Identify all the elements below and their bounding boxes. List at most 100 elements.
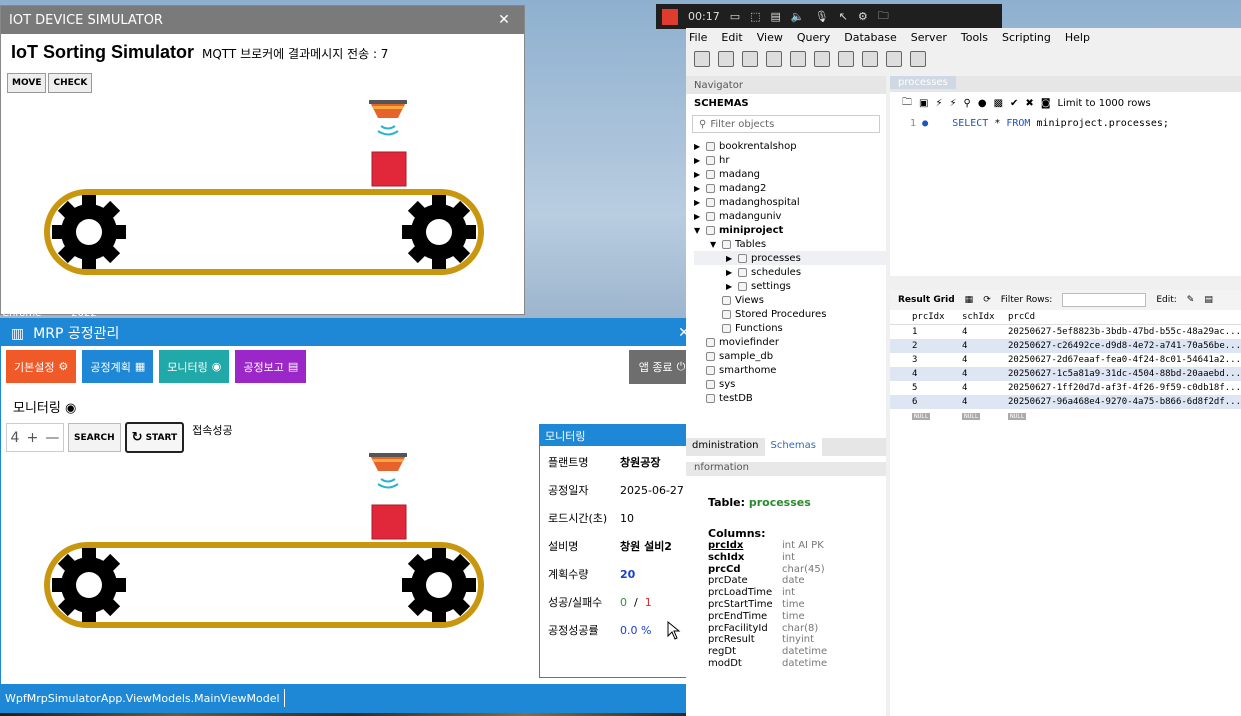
nav-process-plan-button[interactable]: 공정계획 ▦ [82, 350, 154, 383]
speaker-icon[interactable]: 🔈 [791, 10, 805, 23]
table-row[interactable]: 4 4 20250627-1c5a81a9-31dc-4504-88bd-20aae… [890, 367, 1241, 381]
grid-cell[interactable]: 1 [912, 327, 962, 337]
search-table-icon[interactable] [886, 51, 902, 67]
filter-objects-input[interactable]: ⚲ Filter objects [692, 115, 880, 133]
table-row[interactable]: 6 4 20250627-96a468e4-9270-4a75-b866-6d8f2… [890, 395, 1241, 409]
filter-rows-input[interactable] [1062, 293, 1147, 307]
tree-item[interactable]: ▶ hr [694, 153, 886, 167]
stop-icon[interactable]: ● [978, 98, 987, 109]
tree-item[interactable]: ▶ madang [694, 167, 886, 181]
tree-item[interactable]: ▶ settings [694, 279, 886, 293]
table-row[interactable]: 1 4 20250627-5ef8823b-3bdb-47bd-b55c-48a29… [890, 325, 1241, 339]
move-button[interactable]: MOVE [7, 73, 47, 93]
mic-icon[interactable]: 🎙 [815, 10, 829, 23]
rollback-icon[interactable]: ✖ [1025, 98, 1033, 109]
grid-cell[interactable]: 3 [912, 355, 962, 365]
create-schema-icon[interactable] [766, 51, 782, 67]
menu-scripting[interactable]: Scripting [1002, 31, 1051, 44]
grid-cell[interactable]: 4 [962, 397, 1008, 407]
menu-database[interactable]: Database [844, 31, 897, 44]
tree-item[interactable]: ▼ Tables [694, 237, 886, 251]
expand-arrow-icon[interactable]: ▶ [694, 184, 702, 193]
tree-item[interactable]: Stored Procedures [694, 307, 886, 321]
mp4-icon[interactable]: ▤ [771, 10, 781, 23]
add-row-icon[interactable]: ▤ [1204, 295, 1213, 305]
monitor-icon[interactable]: ▭ [730, 10, 740, 23]
open-sql-icon[interactable] [718, 51, 734, 67]
execute-icon[interactable]: ⚡ [935, 98, 942, 109]
grid-cell[interactable]: 20250627-2d67eaaf-fea0-4f24-8c01-54641a2… [1008, 355, 1241, 365]
menu-help[interactable]: Help [1065, 31, 1090, 44]
tree-item[interactable]: smarthome [694, 363, 886, 377]
iot-close-button[interactable]: ✕ [484, 12, 524, 28]
limit-rows-select[interactable]: Limit to 1000 rows [1058, 98, 1151, 109]
query-tab[interactable]: processes [890, 76, 956, 89]
grid-cell[interactable]: 6 [912, 397, 962, 407]
search-button[interactable]: SEARCH [68, 423, 121, 452]
execute-current-icon[interactable]: ⚡ [949, 98, 956, 109]
grid-cell[interactable]: 4 [962, 355, 1008, 365]
menu-file[interactable]: File [689, 31, 707, 44]
menu-server[interactable]: Server [911, 31, 947, 44]
create-table-icon[interactable] [790, 51, 806, 67]
nav-process-report-button[interactable]: 공정보고 ▤ [235, 350, 307, 383]
tree-item[interactable]: Views [694, 293, 886, 307]
check-button[interactable]: CHECK [48, 73, 93, 93]
grid-cell[interactable]: 4 [962, 383, 1008, 393]
tree-item[interactable]: ▶ processes [694, 251, 886, 265]
expand-arrow-icon[interactable]: ▼ [694, 226, 702, 235]
toggle-icon[interactable]: ▩ [994, 98, 1003, 109]
tree-item[interactable]: ▶ bookrentalshop [694, 139, 886, 153]
refresh-icon[interactable]: ⟳ [983, 295, 991, 305]
grid-cell[interactable]: 20250627-c26492ce-d9d8-4e72-a741-70a56be… [1008, 341, 1241, 351]
grid-cell[interactable]: 20250627-1c5a81a9-31dc-4504-88bd-20aaebd… [1008, 369, 1241, 379]
grid-cell[interactable]: 2 [912, 341, 962, 351]
table-row[interactable]: 5 4 20250627-1ff20d7d-af3f-4f26-9f59-c0db1… [890, 381, 1241, 395]
grid-header-cell[interactable]: schIdx [962, 312, 1008, 322]
create-function-icon[interactable] [862, 51, 878, 67]
nav-monitoring-button[interactable]: 모니터링 ◉ [159, 350, 230, 383]
nav-basic-settings-button[interactable]: 기본설정 ⚙ [6, 350, 77, 383]
menu-tools[interactable]: Tools [961, 31, 988, 44]
grid-cell[interactable]: 5 [912, 383, 962, 393]
grid-cell[interactable]: 4 [962, 341, 1008, 351]
menu-edit[interactable]: Edit [721, 31, 742, 44]
gear-icon[interactable]: ⚙ [858, 10, 868, 23]
open-folder-icon[interactable]: 🗀 [902, 95, 912, 112]
menu-query[interactable]: Query [797, 31, 830, 44]
tree-item[interactable]: Functions [694, 321, 886, 335]
save-icon[interactable]: ▣ [919, 98, 928, 109]
edit-row-icon[interactable]: ✎ [1187, 295, 1195, 305]
stop-record-button[interactable] [662, 8, 678, 25]
tree-item[interactable]: ▶ madanghospital [694, 195, 886, 209]
grid-cell[interactable]: 4 [912, 369, 962, 379]
tree-item[interactable]: sample_db [694, 349, 886, 363]
grid-header-cell[interactable]: prcIdx [912, 312, 962, 322]
grid-cell[interactable]: 20250627-96a468e4-9270-4a75-b866-6d8f2df… [1008, 397, 1241, 407]
result-grid-label[interactable]: Result Grid [898, 295, 955, 305]
menu-view[interactable]: View [757, 31, 783, 44]
expand-arrow-icon[interactable]: ▶ [726, 254, 734, 263]
create-procedure-icon[interactable] [838, 51, 854, 67]
expand-arrow-icon[interactable]: ▼ [710, 240, 718, 249]
tree-item[interactable]: ▶ madanguniv [694, 209, 886, 223]
table-row[interactable]: 3 4 20250627-2d67eaaf-fea0-4f24-8c01-54641… [890, 353, 1241, 367]
sql-editor[interactable]: 1 ● SELECT * FROM miniproject.processes; [890, 114, 1241, 129]
tree-item[interactable]: ▼ miniproject [694, 223, 886, 237]
grid-icon[interactable]: ▦ [965, 295, 974, 305]
commit-icon[interactable]: ✔ [1010, 98, 1018, 109]
tab-administration[interactable]: dministration [686, 438, 765, 456]
tab-schemas[interactable]: Schemas [764, 438, 822, 456]
quantity-stepper[interactable]: 4 + — [6, 423, 64, 452]
grid-cell[interactable]: 4 [962, 327, 1008, 337]
autocommit-icon[interactable]: ◙ [1041, 98, 1051, 109]
inspector-icon[interactable] [742, 51, 758, 67]
expand-arrow-icon[interactable]: ▶ [694, 156, 702, 165]
region-icon[interactable]: ⬚ [750, 10, 760, 23]
expand-arrow-icon[interactable]: ▶ [694, 212, 702, 221]
expand-arrow-icon[interactable]: ▶ [726, 282, 734, 291]
minus-icon[interactable]: — [45, 430, 59, 446]
tree-item[interactable]: moviefinder [694, 335, 886, 349]
tree-item[interactable]: sys [694, 377, 886, 391]
expand-arrow-icon[interactable]: ▶ [726, 268, 734, 277]
